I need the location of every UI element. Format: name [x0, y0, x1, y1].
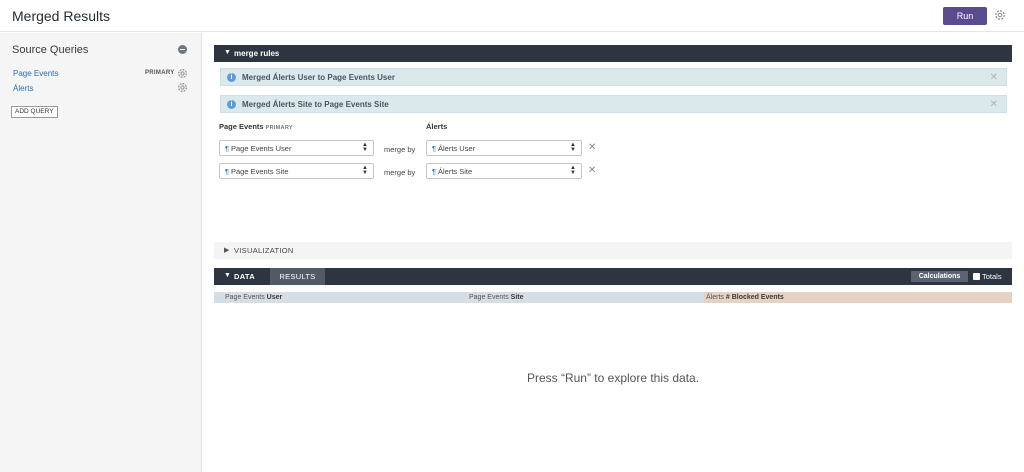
primary-field-select[interactable]: ¶ Page Events User ▲ ▼ [219, 140, 374, 156]
column-header[interactable]: Page Events Site [459, 292, 704, 303]
select-arrows-icon: ▲ ▼ [570, 142, 576, 153]
merge-alert: i Merged Álerts User to Page Events User… [220, 68, 1007, 86]
primary-badge: PRIMARY [145, 70, 175, 76]
caret-down-icon: ▼ [224, 49, 231, 56]
visualization-bar[interactable]: ▶ VISUALIZATION [214, 242, 1012, 259]
data-tab-label: DATA [234, 272, 255, 281]
run-button[interactable]: Run [943, 7, 987, 25]
info-icon: i [227, 100, 236, 109]
primary-query-heading: Page Events PRIMARY [219, 122, 293, 131]
totals-label: Totals [982, 272, 1002, 281]
merge-by-label: merge by [384, 168, 416, 177]
sidebar-query-page-events[interactable]: Page Events [13, 69, 58, 78]
gear-icon[interactable] [994, 9, 1006, 21]
primary-field-select[interactable]: ¶ Page Events Site ▲ ▼ [219, 163, 374, 179]
gear-icon[interactable] [177, 82, 188, 93]
minus-circle-icon[interactable] [178, 45, 187, 54]
add-query-button[interactable]: ADD QUERY [11, 106, 58, 118]
select-value: Álerts User [438, 144, 476, 153]
gear-icon[interactable] [177, 68, 188, 79]
remove-rule-icon[interactable]: ✕ [588, 142, 596, 153]
caret-right-icon: ▶ [224, 247, 230, 254]
primary-query-name: Page Events [219, 122, 264, 131]
column-view: Page Events [469, 294, 509, 301]
select-value: Álerts Site [438, 167, 473, 176]
data-bar: ▼ DATA RESULTS Calculations Totals [214, 268, 1012, 285]
dimension-icon: ¶ [225, 167, 230, 176]
tab-data[interactable]: ▼ DATA [214, 268, 270, 285]
select-value: Page Events Site [231, 167, 289, 176]
merge-rules-label: merge rules [234, 49, 280, 58]
merge-rules-bar[interactable]: ▼ merge rules [214, 45, 1012, 62]
select-arrows-icon: ▲ ▼ [362, 165, 368, 176]
close-icon[interactable]: ✕ [990, 72, 998, 83]
column-view: Álerts [706, 294, 724, 301]
secondary-field-select[interactable]: ¶ Álerts Site ▲ ▼ [426, 163, 582, 179]
merge-by-label: merge by [384, 145, 416, 154]
calculations-button[interactable]: Calculations [911, 271, 968, 282]
remove-rule-icon[interactable]: ✕ [588, 165, 596, 176]
column-field: # Blocked Events [725, 294, 784, 301]
secondary-field-select[interactable]: ¶ Álerts User ▲ ▼ [426, 140, 582, 156]
dimension-icon: ¶ [432, 167, 437, 176]
sidebar-title: Source Queries [12, 44, 89, 56]
primary-badge: PRIMARY [265, 125, 293, 131]
column-header[interactable]: Álerts # Blocked Events [704, 292, 1012, 303]
tab-results[interactable]: RESULTS [270, 268, 325, 285]
sidebar-query-alerts[interactable]: Álerts [13, 84, 33, 93]
select-value: Page Events User [231, 144, 292, 153]
select-arrows-icon: ▲ ▼ [362, 142, 368, 153]
alert-text: Merged Álerts User to Page Events User [242, 73, 395, 82]
dimension-icon: ¶ [432, 144, 437, 153]
secondary-query-heading: Álerts [426, 122, 448, 131]
sidebar: Source Queries Page Events PRIMARY Álert… [0, 33, 202, 472]
select-arrows-icon: ▲ ▼ [570, 165, 576, 176]
dimension-icon: ¶ [225, 144, 230, 153]
top-header: Merged Results Run [0, 0, 1024, 32]
totals-checkbox[interactable] [973, 273, 980, 280]
column-view: Page Events [225, 294, 265, 301]
alert-text: Merged Álerts Site to Page Events Site [242, 100, 389, 109]
column-field: User [266, 294, 283, 301]
caret-down-icon: ▼ [224, 272, 231, 279]
column-field: Site [510, 294, 524, 301]
info-icon: i [227, 73, 236, 82]
page-title: Merged Results [12, 8, 111, 24]
visualization-label: VISUALIZATION [234, 246, 294, 255]
empty-state-message: Press “Run” to explore this data. [526, 371, 700, 385]
column-header[interactable]: Page Events User [214, 292, 459, 303]
merge-alert: i Merged Álerts Site to Page Events Site… [220, 95, 1007, 113]
close-icon[interactable]: ✕ [990, 99, 998, 110]
